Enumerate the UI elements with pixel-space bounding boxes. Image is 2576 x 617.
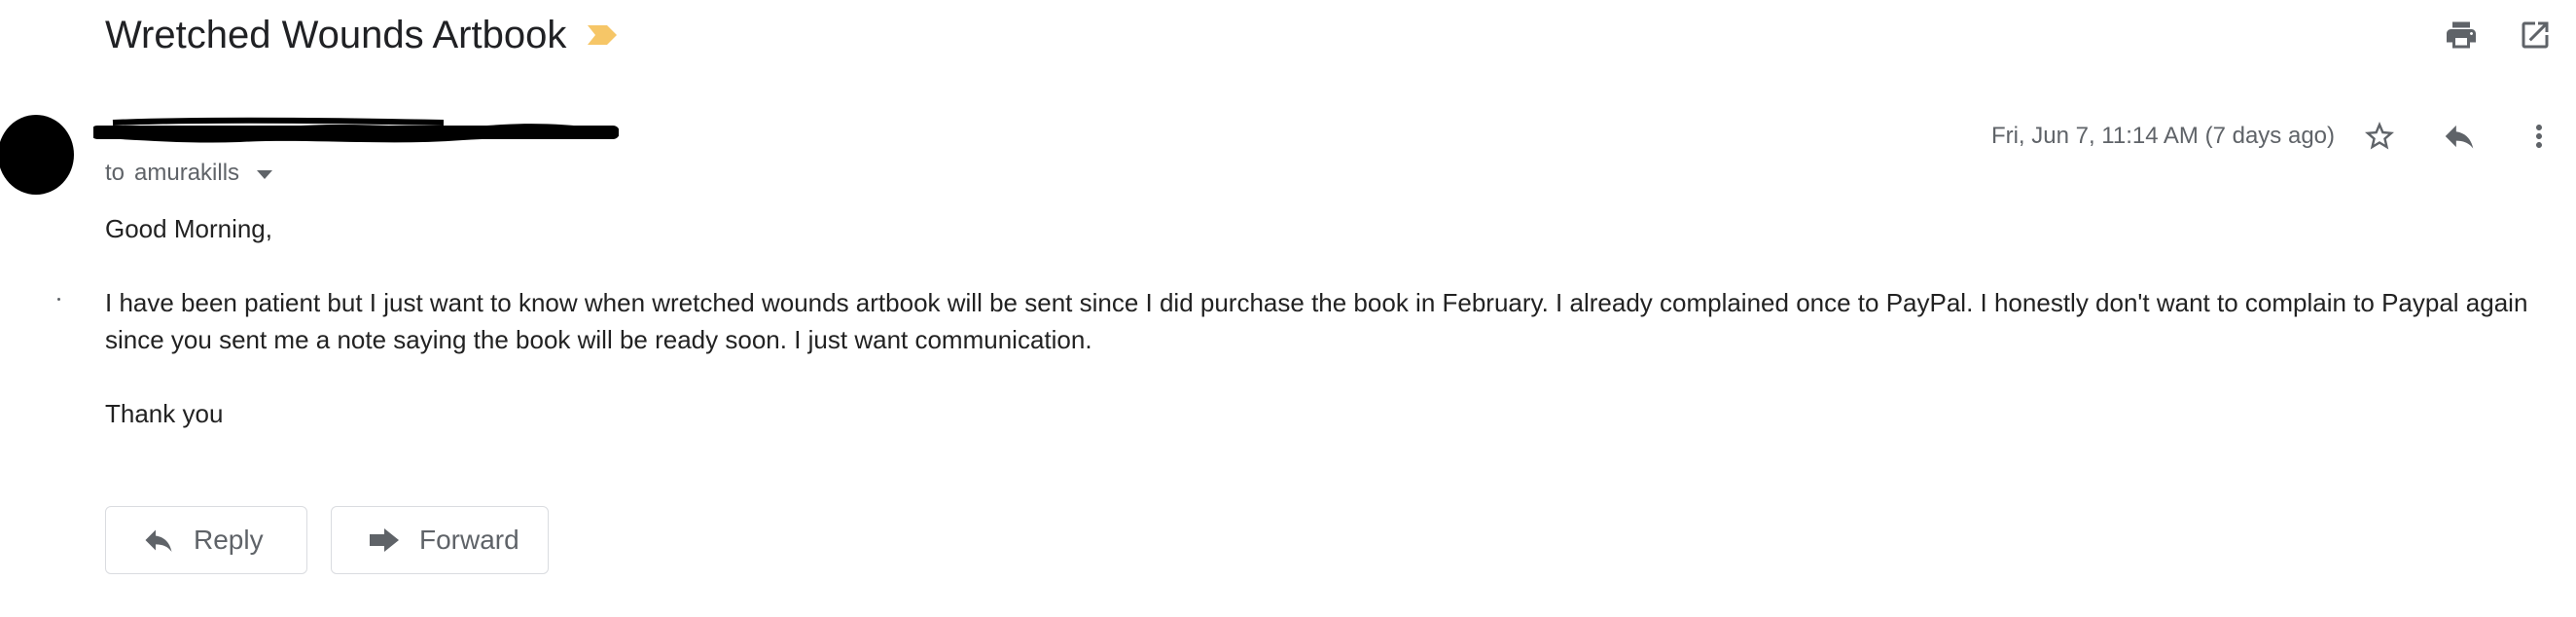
email-subject: Wretched Wounds Artbook bbox=[105, 13, 567, 56]
reply-icon[interactable] bbox=[2440, 117, 2479, 156]
body-greeting: Good Morning, bbox=[105, 214, 272, 243]
recipient-name: amurakills bbox=[134, 160, 240, 186]
forward-button[interactable]: Forward bbox=[331, 506, 549, 574]
message-body: Good Morning, I have been patient but I … bbox=[105, 210, 2537, 469]
sender-name-redacted bbox=[90, 115, 620, 154]
recipient-prefix: to bbox=[105, 160, 125, 186]
importance-marker-icon[interactable] bbox=[586, 23, 619, 47]
reply-icon bbox=[141, 526, 176, 555]
body-closing: Thank you bbox=[105, 399, 224, 428]
message-meta: Fri, Jun 7, 11:14 AM (7 days ago) bbox=[1991, 113, 2576, 160]
message-date: Fri, Jun 7, 11:14 AM (7 days ago) bbox=[1990, 123, 2335, 149]
forward-icon bbox=[367, 526, 402, 555]
open-in-new-window-icon[interactable] bbox=[2516, 16, 2555, 54]
subject-row: Wretched Wounds Artbook bbox=[105, 6, 619, 64]
print-icon[interactable] bbox=[2442, 16, 2481, 54]
margin-dot bbox=[57, 298, 60, 301]
forward-button-label: Forward bbox=[419, 525, 519, 555]
top-actions bbox=[2442, 16, 2555, 54]
recipient-line: to amurakills bbox=[105, 160, 273, 187]
sender-avatar[interactable] bbox=[0, 115, 74, 195]
body-line-2: since you sent me a note saying the book… bbox=[105, 325, 1092, 354]
chevron-down-icon[interactable] bbox=[257, 169, 273, 179]
reply-button[interactable]: Reply bbox=[105, 506, 307, 574]
more-vert-icon[interactable] bbox=[2520, 117, 2558, 156]
star-icon[interactable] bbox=[2360, 117, 2399, 156]
body-line-1: I have been patient but I just want to k… bbox=[105, 288, 2528, 317]
reply-button-label: Reply bbox=[194, 525, 264, 555]
reply-actions: Reply Forward bbox=[105, 506, 549, 574]
body-paragraph: I have been patient but I just want to k… bbox=[105, 284, 2537, 358]
